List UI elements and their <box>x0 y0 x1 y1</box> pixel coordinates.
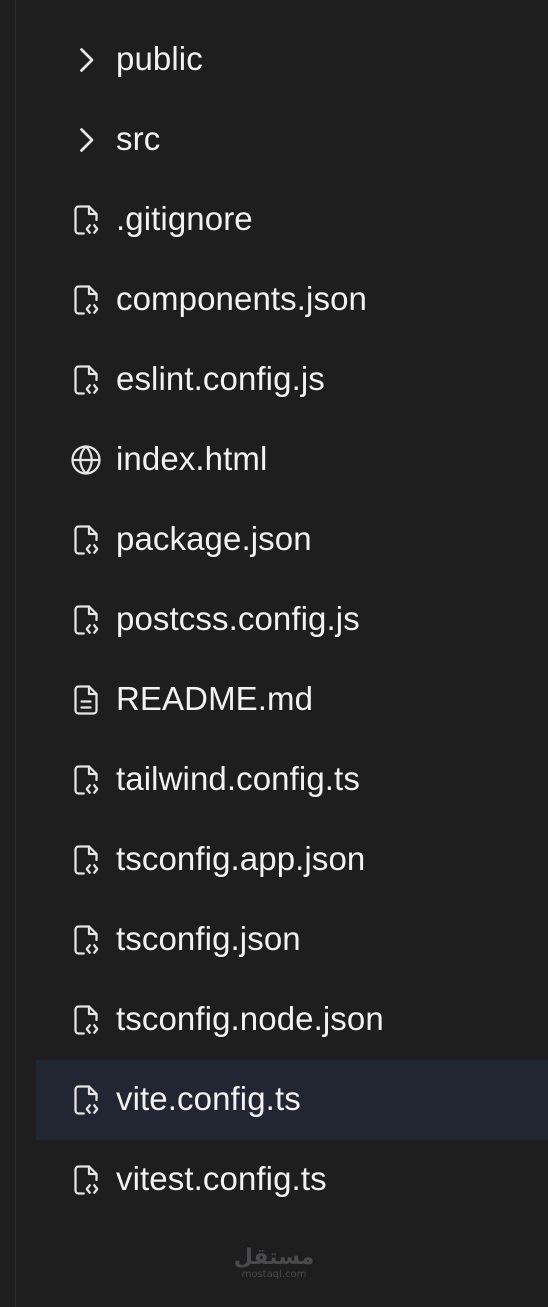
file-item-vite-config-ts[interactable]: vite.config.ts <box>36 1060 548 1140</box>
watermark-logo: مستقل mostaql.com <box>0 1247 548 1281</box>
item-label: vitest.config.ts <box>116 1160 327 1197</box>
file-item-tsconfig-json[interactable]: tsconfig.json <box>36 900 548 980</box>
chevron-right-icon[interactable] <box>68 122 104 158</box>
file-item-postcss-config-js[interactable]: postcss.config.js <box>36 580 548 660</box>
file-explorer: public src .gitignore components.json eslint… <box>0 0 548 1307</box>
item-label: package.json <box>116 520 312 557</box>
item-label: tsconfig.node.json <box>116 1000 384 1037</box>
item-label: postcss.config.js <box>116 600 360 637</box>
item-label: components.json <box>116 280 367 317</box>
chevron-right-icon[interactable] <box>68 42 104 78</box>
file-code-icon <box>68 762 104 798</box>
file-code-icon <box>68 1162 104 1198</box>
file-item-eslint-config-js[interactable]: eslint.config.js <box>36 340 548 420</box>
item-label: vite.config.ts <box>116 1080 301 1117</box>
file-item-index-html[interactable]: index.html <box>36 420 548 500</box>
file-item-tsconfig-node-json[interactable]: tsconfig.node.json <box>36 980 548 1060</box>
watermark-arabic-text: مستقل <box>233 1245 315 1270</box>
folder-item-src[interactable]: src <box>36 100 548 180</box>
item-label: index.html <box>116 440 268 477</box>
file-code-icon <box>68 282 104 318</box>
file-item-components-json[interactable]: components.json <box>36 260 548 340</box>
item-label: eslint.config.js <box>116 360 325 397</box>
item-label: tailwind.config.ts <box>116 760 360 797</box>
file-code-icon <box>68 602 104 638</box>
indent-guide <box>15 0 16 1307</box>
folder-item-public[interactable]: public <box>36 20 548 100</box>
file-code-icon <box>68 1002 104 1038</box>
file-code-icon <box>68 202 104 238</box>
file-tree: public src .gitignore components.json eslint… <box>36 20 548 1220</box>
item-label: README.md <box>116 680 314 717</box>
file-code-icon <box>68 842 104 878</box>
file-code-icon <box>68 362 104 398</box>
item-label: .gitignore <box>116 200 253 237</box>
file-code-icon <box>68 922 104 958</box>
file-item-gitignore[interactable]: .gitignore <box>36 180 548 260</box>
item-label: src <box>116 120 161 157</box>
file-item-tailwind-config-ts[interactable]: tailwind.config.ts <box>36 740 548 820</box>
file-code-icon <box>68 1082 104 1118</box>
file-item-readme-md[interactable]: README.md <box>36 660 548 740</box>
item-label: tsconfig.app.json <box>116 840 366 877</box>
watermark-latin-text: mostaql.com <box>241 1269 307 1280</box>
file-item-vitest-config-ts[interactable]: vitest.config.ts <box>36 1140 548 1220</box>
file-text-icon <box>68 682 104 718</box>
item-label: tsconfig.json <box>116 920 301 957</box>
globe-icon <box>68 442 104 478</box>
file-item-tsconfig-app-json[interactable]: tsconfig.app.json <box>36 820 548 900</box>
file-item-package-json[interactable]: package.json <box>36 500 548 580</box>
item-label: public <box>116 40 203 77</box>
file-code-icon <box>68 522 104 558</box>
